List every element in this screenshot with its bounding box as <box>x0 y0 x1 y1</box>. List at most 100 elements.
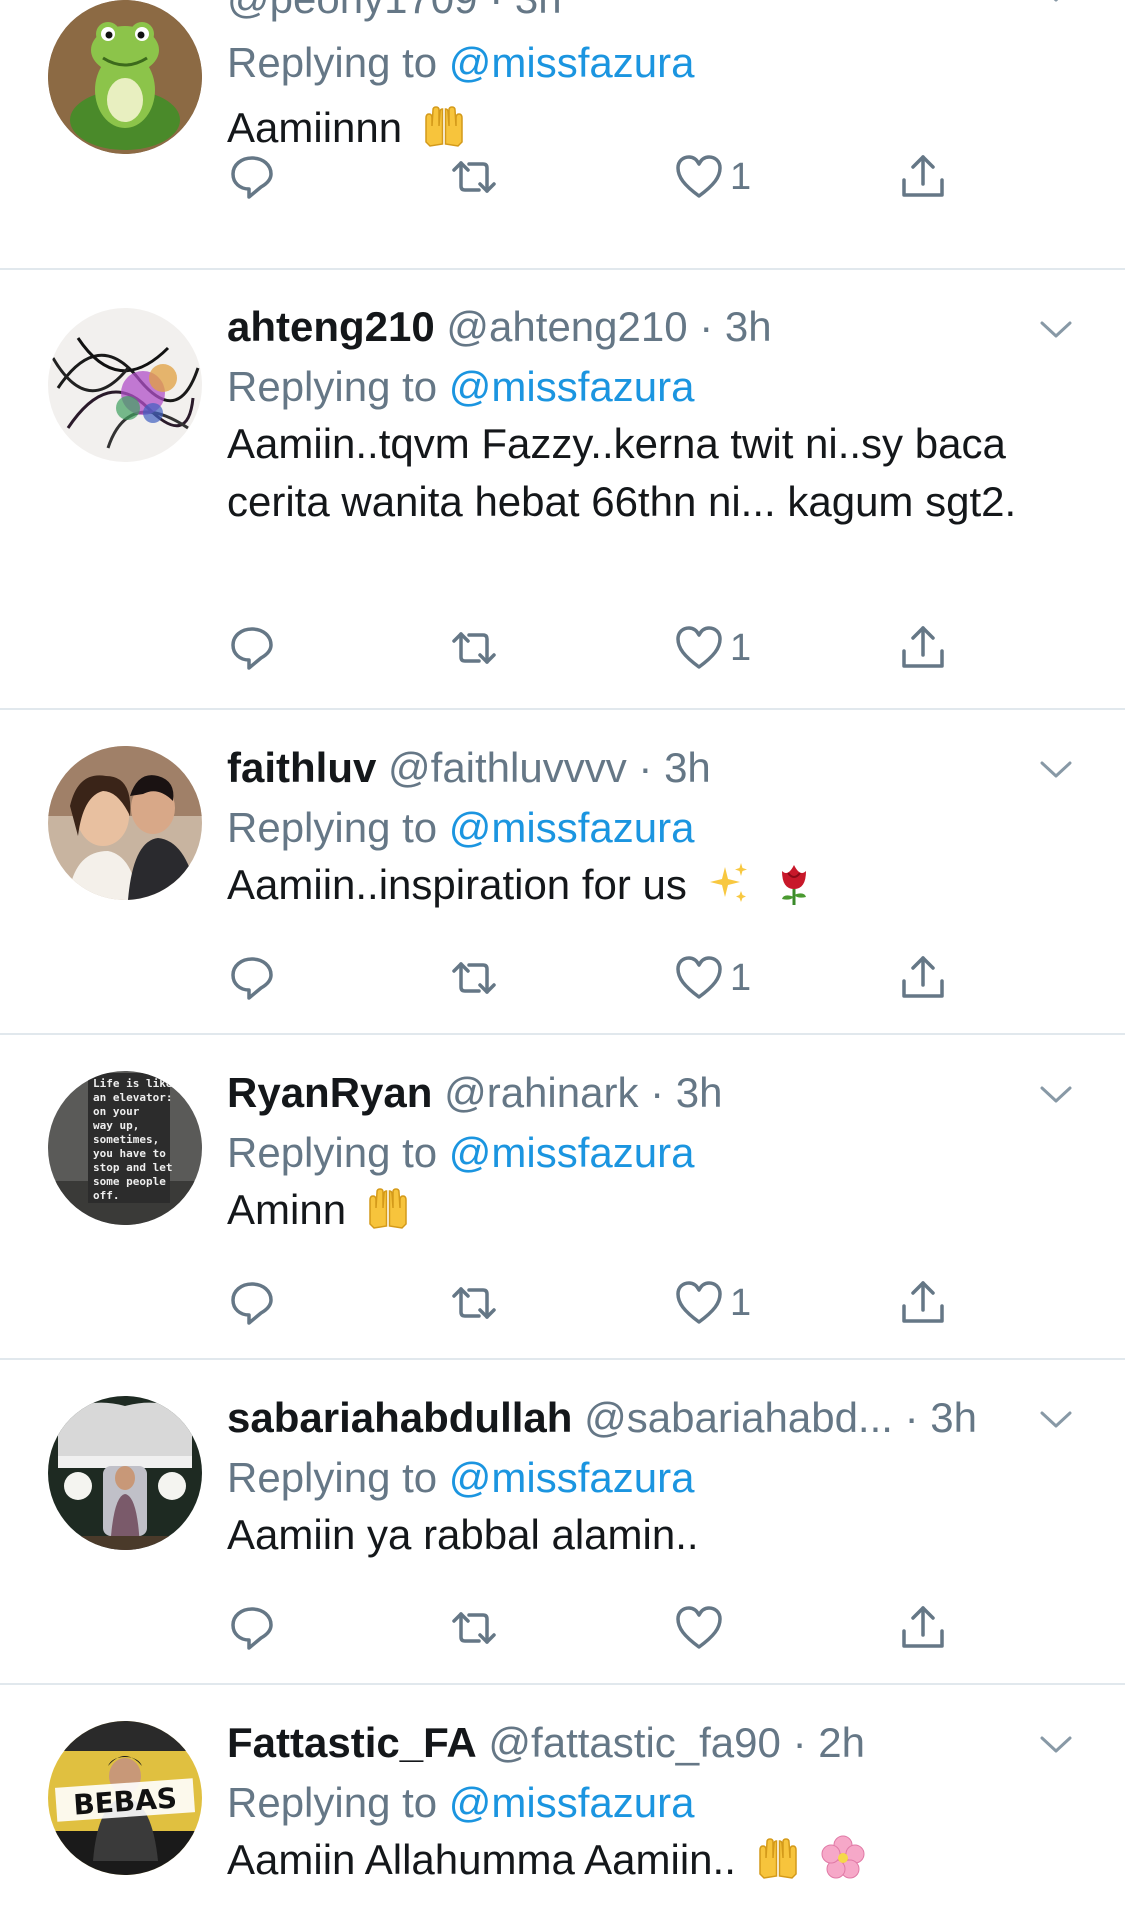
raising-hands-icon <box>758 1838 797 1879</box>
replying-label: Replying to <box>227 804 438 851</box>
avatar[interactable] <box>48 308 202 462</box>
tweet-text: Aamiin ya rabbal alamin.. <box>227 1506 1027 1564</box>
chevron-down-icon[interactable] <box>1039 0 1073 4</box>
retweet-icon <box>452 962 496 994</box>
retweet-button[interactable] <box>449 149 499 205</box>
mention-link[interactable]: @missfazura <box>449 39 695 86</box>
reply-button[interactable] <box>227 149 277 205</box>
share-button[interactable] <box>898 950 948 1006</box>
share-button[interactable] <box>898 149 948 205</box>
chevron-down-icon[interactable] <box>1039 1410 1073 1430</box>
couple-photo-avatar-icon <box>48 746 202 900</box>
tweet-text-content: Aamiin..inspiration for us <box>227 861 687 908</box>
replying-label: Replying to <box>227 363 438 410</box>
reply-button[interactable] <box>227 950 277 1006</box>
user-handle[interactable]: @peony1709 <box>227 0 478 22</box>
timestamp[interactable]: 2h <box>818 1719 865 1766</box>
retweet-icon <box>452 161 496 193</box>
reply-tweet[interactable]: BEBAS Fattastic_FA @fattastic_fa90 · 2h … <box>0 1685 1125 1905</box>
avatar[interactable]: Life is like an elevator: on your way up… <box>48 1071 202 1225</box>
chevron-down-icon[interactable] <box>1039 1085 1073 1105</box>
mention-link[interactable]: @missfazura <box>449 363 695 410</box>
like-button[interactable]: 1 <box>674 620 751 676</box>
svg-text:way up,: way up, <box>93 1119 139 1132</box>
raising-hands-icon <box>425 106 463 147</box>
mention-link[interactable]: @missfazura <box>449 1454 695 1501</box>
reply-tweet[interactable]: Life is like an elevator: on your way up… <box>0 1035 1125 1360</box>
tweet-text: Aamiin..tqvm Fazzy..kerna twit ni..sy ba… <box>227 415 1027 531</box>
avatar[interactable] <box>48 746 202 900</box>
share-button[interactable] <box>898 620 948 676</box>
mention-link[interactable]: @missfazura <box>449 1129 695 1176</box>
reply-tweet[interactable]: sabariahabdullah @sabariahabd... · 3h Re… <box>0 1360 1125 1685</box>
share-button[interactable] <box>898 1600 948 1656</box>
wedding-photo-avatar-icon <box>48 1396 202 1550</box>
timestamp[interactable]: 3h <box>664 744 711 791</box>
svg-text:some people: some people <box>93 1175 166 1188</box>
reply-button[interactable] <box>227 1275 277 1331</box>
display-name[interactable]: Fattastic_FA <box>227 1719 477 1766</box>
chevron-down-icon[interactable] <box>1039 320 1073 340</box>
timestamp[interactable]: 3h <box>676 1069 723 1116</box>
timestamp[interactable]: 3h <box>725 303 772 350</box>
replying-to: Replying to @missfazura <box>227 1778 694 1828</box>
mention-link[interactable]: @missfazura <box>449 804 695 851</box>
like-button[interactable]: 1 <box>674 1275 751 1331</box>
user-handle[interactable]: @faithluvvvv <box>388 744 627 791</box>
user-handle[interactable]: @ahteng210 <box>446 303 687 350</box>
rose-icon <box>782 865 807 905</box>
tweet-actions: 1 <box>227 620 1007 676</box>
separator-dot: · <box>792 1719 819 1766</box>
display-name[interactable]: sabariahabdullah <box>227 1394 572 1441</box>
timestamp[interactable]: 3h <box>515 0 562 22</box>
user-handle[interactable]: @sabariahabd... <box>584 1394 893 1441</box>
display-name[interactable]: ahteng210 <box>227 303 435 350</box>
retweet-button[interactable] <box>449 950 499 1006</box>
sparkles-icon <box>709 863 747 902</box>
display-name[interactable]: RyanRyan <box>227 1069 432 1116</box>
reply-button[interactable] <box>227 620 277 676</box>
retweet-button[interactable] <box>449 1600 499 1656</box>
like-count: 1 <box>730 1281 752 1324</box>
svg-text:off.: off. <box>93 1189 120 1202</box>
user-handle[interactable]: @fattastic_fa90 <box>488 1719 780 1766</box>
reply-icon <box>231 1607 273 1650</box>
share-icon <box>902 956 944 998</box>
tweet-text-content: Aamiin..tqvm Fazzy..kerna twit ni..sy ba… <box>227 420 1017 525</box>
display-name[interactable]: faithluv <box>227 744 376 791</box>
like-button[interactable] <box>674 1600 730 1656</box>
quote-sign-avatar-icon: Life is like an elevator: on your way up… <box>48 1071 202 1225</box>
tweet-text: Aamiin..inspiration for us <box>227 856 1027 914</box>
user-handle[interactable]: @rahinark <box>444 1069 638 1116</box>
share-button[interactable] <box>898 1275 948 1331</box>
like-button[interactable]: 1 <box>674 950 751 1006</box>
bebas-poster-avatar-icon: BEBAS <box>48 1721 202 1875</box>
replying-to: Replying to @missfazura <box>227 38 694 88</box>
chevron-down-icon[interactable] <box>1039 1735 1073 1755</box>
reply-icon <box>231 1282 273 1325</box>
abstract-lines-avatar-icon <box>48 308 202 462</box>
separator-dot: · <box>489 0 515 22</box>
tweet-text: Aminn <box>227 1181 1027 1239</box>
tweet-header: Fattastic_FA @fattastic_fa90 · 2h <box>227 1718 1055 1768</box>
avatar[interactable] <box>48 1396 202 1550</box>
mention-link[interactable]: @missfazura <box>449 1779 695 1826</box>
reply-tweet[interactable]: faithluv @faithluvvvv · 3h Replying to @… <box>0 710 1125 1035</box>
retweet-button[interactable] <box>449 1275 499 1331</box>
separator-dot: · <box>699 303 725 350</box>
timestamp[interactable]: 3h <box>930 1394 977 1441</box>
reply-button[interactable] <box>227 1600 277 1656</box>
reply-tweet[interactable]: ahteng210 @ahteng210 · 3h Replying to @m… <box>0 270 1125 710</box>
replying-label: Replying to <box>227 1454 438 1501</box>
replying-to: Replying to @missfazura <box>227 362 694 412</box>
reply-icon <box>231 627 273 670</box>
reply-tweet[interactable]: @peony1709 · 3h Replying to @missfazura … <box>0 0 1125 270</box>
tweet-text-content: Aamiinnn <box>227 104 403 151</box>
retweet-button[interactable] <box>449 620 499 676</box>
chevron-down-icon[interactable] <box>1039 760 1073 780</box>
separator-dot: · <box>904 1394 931 1441</box>
tweet-header: sabariahabdullah @sabariahabd... · 3h <box>227 1393 1055 1443</box>
avatar[interactable]: BEBAS <box>48 1721 202 1875</box>
like-button[interactable]: 1 <box>674 149 751 205</box>
avatar[interactable] <box>48 0 202 154</box>
